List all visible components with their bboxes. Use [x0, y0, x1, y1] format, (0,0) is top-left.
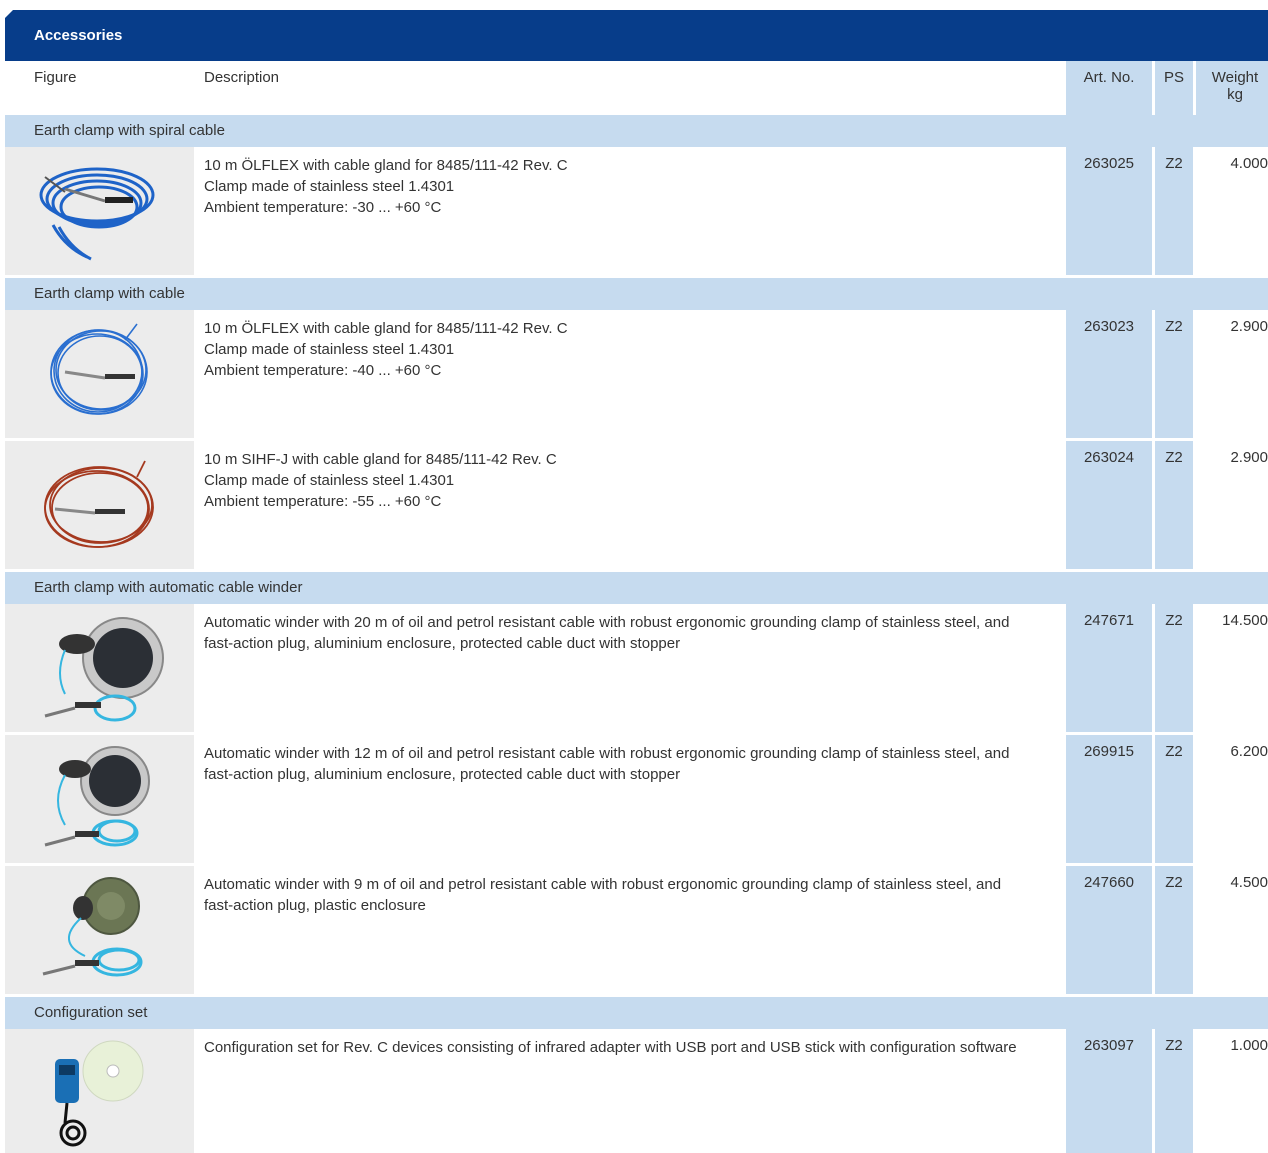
figure-cell	[5, 1029, 194, 1153]
ps-cell: Z2	[1155, 735, 1193, 863]
description-line: Automatic winder with 9 m of oil and pet…	[204, 876, 1002, 893]
description-cell: Automatic winder with 9 m of oil and pet…	[204, 874, 1054, 916]
description-cell: Automatic winder with 12 m of oil and pe…	[204, 743, 1054, 785]
description-line: Clamp made of stainless steel 1.4301	[204, 178, 455, 195]
weight-cell: 14.500	[1222, 612, 1268, 629]
description-line: Clamp made of stainless steel 1.4301	[204, 341, 455, 358]
description-line: fast-action plug, plastic enclosure	[204, 897, 426, 914]
description-cell: 10 m ÖLFLEX with cable gland for 8485/11…	[204, 155, 1054, 218]
weight-cell: 2.900	[1230, 449, 1268, 466]
description-line: 10 m ÖLFLEX with cable gland for 8485/11…	[204, 320, 568, 337]
column-header-description: Description	[204, 69, 280, 86]
description-line: Ambient temperature: -30 ... +60 °C	[204, 199, 442, 216]
section-title: Accessories	[5, 10, 1268, 61]
table-row: Automatic winder with 12 m of oil and pe…	[5, 735, 1268, 866]
blue-cable-clamp-icon	[49, 323, 148, 415]
cable-winder-aluminium-icon	[44, 746, 150, 847]
ps-cell: Z2	[1155, 604, 1193, 732]
column-header-weight-unit: kg	[1227, 86, 1243, 103]
column-header-weight-label: Weight	[1211, 69, 1259, 86]
ps-cell: Z2	[1155, 441, 1193, 569]
description-line: 10 m ÖLFLEX with cable gland for 8485/11…	[204, 157, 568, 174]
figure-cell	[5, 604, 194, 732]
cable-winder-plastic-icon	[42, 877, 142, 977]
figure-cell	[5, 147, 194, 275]
column-header-weight: Weight kg	[1196, 61, 1268, 115]
description-cell: Automatic winder with 20 m of oil and pe…	[204, 612, 1054, 654]
group-header-spiral-cable: Earth clamp with spiral cable	[5, 115, 1268, 147]
description-line: 10 m SIHF-J with cable gland for 8485/11…	[204, 451, 557, 468]
art-no-cell: 263024	[1066, 441, 1152, 569]
ps-cell: Z2	[1155, 866, 1193, 994]
art-no-cell: 247671	[1066, 604, 1152, 732]
art-no-cell: 263023	[1066, 310, 1152, 438]
figure-cell	[5, 310, 194, 438]
figure-cell	[5, 441, 194, 569]
table-row: 10 m SIHF-J with cable gland for 8485/11…	[5, 441, 1268, 572]
weight-cell: 6.200	[1230, 743, 1268, 760]
description-line: Automatic winder with 20 m of oil and pe…	[204, 614, 1010, 631]
group-header-cable-winder: Earth clamp with automatic cable winder	[5, 572, 1268, 604]
description-line: Automatic winder with 12 m of oil and pe…	[204, 745, 1010, 762]
description-line: fast-action plug, aluminium enclosure, p…	[204, 766, 681, 783]
description-line: Ambient temperature: -40 ... +60 °C	[204, 362, 442, 379]
figure-cell	[5, 735, 194, 863]
description-line: Configuration set for Rev. C devices con…	[204, 1039, 1017, 1056]
table-row: Configuration set for Rev. C devices con…	[5, 1029, 1268, 1153]
table-row: Automatic winder with 9 m of oil and pet…	[5, 866, 1268, 997]
art-no-cell: 263097	[1066, 1029, 1152, 1153]
group-header-configuration-set: Configuration set	[5, 997, 1268, 1029]
red-cable-clamp-icon	[43, 460, 154, 548]
table-row: 10 m ÖLFLEX with cable gland for 8485/11…	[5, 147, 1268, 278]
cable-winder-aluminium-icon	[44, 617, 164, 722]
column-header-figure: Figure	[34, 69, 77, 86]
weight-cell: 2.900	[1230, 318, 1268, 335]
ps-cell: Z2	[1155, 1029, 1193, 1153]
group-header-cable: Earth clamp with cable	[5, 278, 1268, 310]
description-line: fast-action plug, aluminium enclosure, p…	[204, 635, 681, 652]
weight-cell: 4.000	[1230, 155, 1268, 172]
table-row: Automatic winder with 20 m of oil and pe…	[5, 604, 1268, 735]
ps-cell: Z2	[1155, 147, 1193, 275]
column-header-ps: PS	[1155, 61, 1193, 115]
figure-cell	[5, 866, 194, 994]
art-no-cell: 247660	[1066, 866, 1152, 994]
art-no-cell: 269915	[1066, 735, 1152, 863]
description-line: Ambient temperature: -55 ... +60 °C	[204, 493, 442, 510]
description-cell: 10 m ÖLFLEX with cable gland for 8485/11…	[204, 318, 1054, 381]
column-header-art-no: Art. No.	[1066, 61, 1152, 115]
ps-cell: Z2	[1155, 310, 1193, 438]
description-line: Clamp made of stainless steel 1.4301	[204, 472, 455, 489]
spiral-cable-clamp-icon	[39, 167, 154, 261]
table-row: 10 m ÖLFLEX with cable gland for 8485/11…	[5, 310, 1268, 441]
description-cell: Configuration set for Rev. C devices con…	[204, 1037, 1054, 1058]
configuration-set-icon	[54, 1040, 143, 1147]
weight-cell: 1.000	[1230, 1037, 1268, 1054]
weight-cell: 4.500	[1230, 874, 1268, 891]
description-cell: 10 m SIHF-J with cable gland for 8485/11…	[204, 449, 1054, 512]
art-no-cell: 263025	[1066, 147, 1152, 275]
